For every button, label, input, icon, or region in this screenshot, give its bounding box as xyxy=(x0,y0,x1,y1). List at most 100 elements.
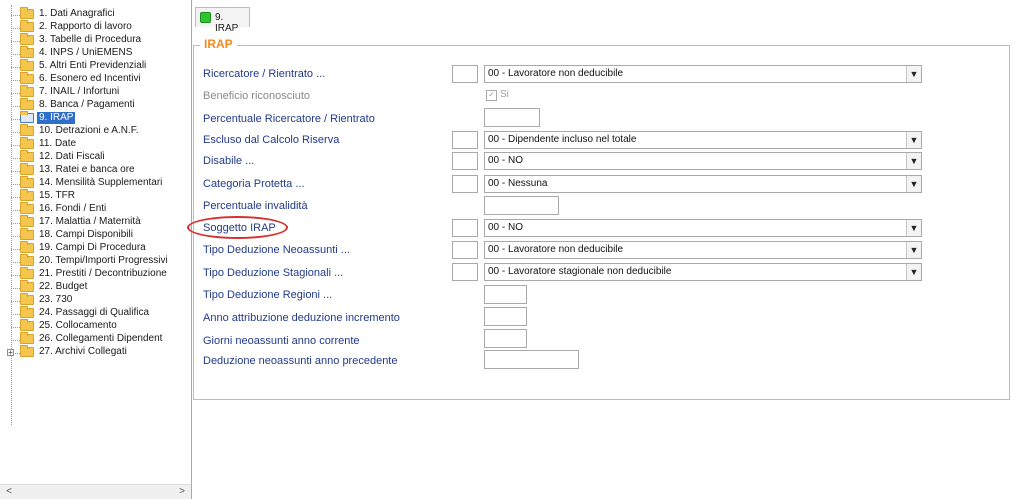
categoria-code-field[interactable] xyxy=(452,175,478,193)
tree-connector xyxy=(11,171,20,172)
deduzione-precedente-label: Deduzione neoassunti anno precedente xyxy=(203,355,398,367)
disabile-code-field[interactable] xyxy=(452,152,478,170)
tree-item[interactable]: 3. Tabelle di Procedura xyxy=(0,33,191,47)
chevron-down-icon[interactable]: ▼ xyxy=(906,220,921,236)
tree-item[interactable]: 5. Altri Enti Previdenziali xyxy=(0,59,191,73)
percentuale-ricercatore-input[interactable] xyxy=(484,108,540,127)
tree-item-label: 11. Date xyxy=(39,138,77,149)
horizontal-scrollbar[interactable]: < > xyxy=(0,484,191,499)
tree-item[interactable]: 1. Dati Anagrafici xyxy=(0,7,191,21)
tipo-neoassunti-select[interactable]: 00 - Lavoratore non deducibile ▼ xyxy=(484,241,922,259)
soggetto-code-field[interactable] xyxy=(452,219,478,237)
tree-item[interactable]: 26. Collegamenti Dipendent xyxy=(0,332,191,346)
tree-item-label: 21. Prestiti / Decontribuzione xyxy=(39,268,167,279)
folder-icon xyxy=(20,215,34,227)
section-title: IRAP xyxy=(200,37,237,51)
ricercatore-label[interactable]: Ricercatore / Rientrato ... xyxy=(203,68,325,80)
folder-icon xyxy=(20,319,34,331)
tree-item[interactable]: 10. Detrazioni e A.N.F. xyxy=(0,124,191,138)
escluso-select[interactable]: 00 - Dipendente incluso nel totale ▼ xyxy=(484,131,922,149)
navigation-tree: 1. Dati Anagrafici 2. Rapporto di lavoro 3… xyxy=(0,0,192,499)
tree-item-label: 6. Esonero ed Incentivi xyxy=(39,73,141,84)
escluso-code-field[interactable] xyxy=(452,131,478,149)
tree-item[interactable]: 8. Banca / Pagamenti xyxy=(0,98,191,112)
tree-item[interactable]: 9. IRAP xyxy=(0,111,191,125)
tree-item[interactable]: 15. TFR xyxy=(0,189,191,203)
highlight-ellipse xyxy=(187,216,288,239)
deduzione-precedente-input[interactable] xyxy=(484,350,579,369)
beneficio-label: Beneficio riconosciuto xyxy=(203,90,311,102)
tree-connector xyxy=(11,327,20,328)
tree-item[interactable]: 12. Dati Fiscali xyxy=(0,150,191,164)
tree-item-label: 4. INPS / UniEMENS xyxy=(39,47,133,58)
giorni-neoassunti-input[interactable] xyxy=(484,329,527,348)
tree-item[interactable]: 13. Ratei e banca ore xyxy=(0,163,191,177)
chevron-down-icon[interactable]: ▼ xyxy=(906,242,921,258)
percentuale-invalidita-label: Percentuale invalidità xyxy=(203,200,308,212)
tree-item[interactable]: 23. 730 xyxy=(0,293,191,307)
tree-connector xyxy=(11,15,20,16)
chevron-down-icon[interactable]: ▼ xyxy=(906,153,921,169)
tree-item[interactable]: 7. INAIL / Infortuni xyxy=(0,85,191,99)
folder-icon xyxy=(20,202,34,214)
tipo-stagionali-label[interactable]: Tipo Deduzione Stagionali ... xyxy=(203,267,343,279)
tree-item[interactable]: 24. Passaggi di Qualifica xyxy=(0,306,191,320)
ricercatore-select[interactable]: 00 - Lavoratore non deducibile ▼ xyxy=(484,65,922,83)
categoria-label[interactable]: Categoria Protetta ... xyxy=(203,178,305,190)
tree-connector xyxy=(11,119,20,120)
folder-icon xyxy=(20,241,34,253)
tree-item[interactable]: 2. Rapporto di lavoro xyxy=(0,20,191,34)
tipo-regioni-input[interactable] xyxy=(484,285,527,304)
anno-attribuzione-label: Anno attribuzione deduzione incremento xyxy=(203,312,400,324)
tree-item-label: 26. Collegamenti Dipendent xyxy=(39,333,163,344)
folder-icon xyxy=(20,189,34,201)
tipo-regioni-label[interactable]: Tipo Deduzione Regioni ... xyxy=(203,289,332,301)
tipo-stagionali-select[interactable]: 00 - Lavoratore stagionale non deducibil… xyxy=(484,263,922,281)
tree-item[interactable]: 18. Campi Disponibili xyxy=(0,228,191,242)
tree-item[interactable]: 4. INPS / UniEMENS xyxy=(0,46,191,60)
beneficio-checkbox[interactable]: ✓ xyxy=(486,90,497,101)
tree-item[interactable]: 19. Campi Di Procedura xyxy=(0,241,191,255)
tree-item-label: 12. Dati Fiscali xyxy=(39,151,105,162)
tree-item[interactable]: 21. Prestiti / Decontribuzione xyxy=(0,267,191,281)
tree-item-label: 15. TFR xyxy=(39,190,75,201)
folder-icon xyxy=(20,85,34,97)
tab-irap[interactable]: 9. IRAP xyxy=(195,7,250,34)
status-green-icon xyxy=(200,12,211,23)
tree-item[interactable]: +27. Archivi Collegati xyxy=(0,345,191,359)
chevron-down-icon[interactable]: ▼ xyxy=(906,66,921,82)
tree-item[interactable]: 22. Budget xyxy=(0,280,191,294)
beneficio-checkbox-label: Si xyxy=(500,89,509,100)
anno-attribuzione-input[interactable] xyxy=(484,307,527,326)
tree-item[interactable]: 20. Tempi/Importi Progressivi xyxy=(0,254,191,268)
chevron-down-icon[interactable]: ▼ xyxy=(906,132,921,148)
tree-item[interactable]: 14. Mensilità Supplementari xyxy=(0,176,191,190)
chevron-down-icon[interactable]: ▼ xyxy=(906,176,921,192)
tipo-stagionali-code-field[interactable] xyxy=(452,263,478,281)
tree-item[interactable]: 6. Esonero ed Incentivi xyxy=(0,72,191,86)
ricercatore-code-field[interactable] xyxy=(452,65,478,83)
tree-item[interactable]: 17. Malattia / Maternità xyxy=(0,215,191,229)
folder-icon xyxy=(20,306,34,318)
tree-connector xyxy=(11,106,20,107)
expand-icon[interactable]: + xyxy=(7,349,14,357)
soggetto-select[interactable]: 00 - NO ▼ xyxy=(484,219,922,237)
tipo-neoassunti-code-field[interactable] xyxy=(452,241,478,259)
tree-item[interactable]: 11. Date xyxy=(0,137,191,151)
tree-connector xyxy=(11,67,20,68)
disabile-select[interactable]: 00 - NO ▼ xyxy=(484,152,922,170)
percentuale-ricercatore-label: Percentuale Ricercatore / Rientrato xyxy=(203,113,375,125)
folder-icon xyxy=(20,293,34,305)
scroll-left-arrow-icon[interactable]: < xyxy=(2,485,16,499)
percentuale-invalidita-input[interactable] xyxy=(484,196,559,215)
tree-item[interactable]: 16. Fondi / Enti xyxy=(0,202,191,216)
categoria-select[interactable]: 00 - Nessuna ▼ xyxy=(484,175,922,193)
tree-item-label: 3. Tabelle di Procedura xyxy=(39,34,142,45)
disabile-label[interactable]: Disabile ... xyxy=(203,155,254,167)
tipo-neoassunti-label[interactable]: Tipo Deduzione Neoassunti ... xyxy=(203,244,350,256)
chevron-down-icon[interactable]: ▼ xyxy=(906,264,921,280)
folder-icon xyxy=(20,332,34,344)
scroll-right-arrow-icon[interactable]: > xyxy=(175,485,189,499)
tree-item[interactable]: 25. Collocamento xyxy=(0,319,191,333)
tree-connector xyxy=(11,145,20,146)
